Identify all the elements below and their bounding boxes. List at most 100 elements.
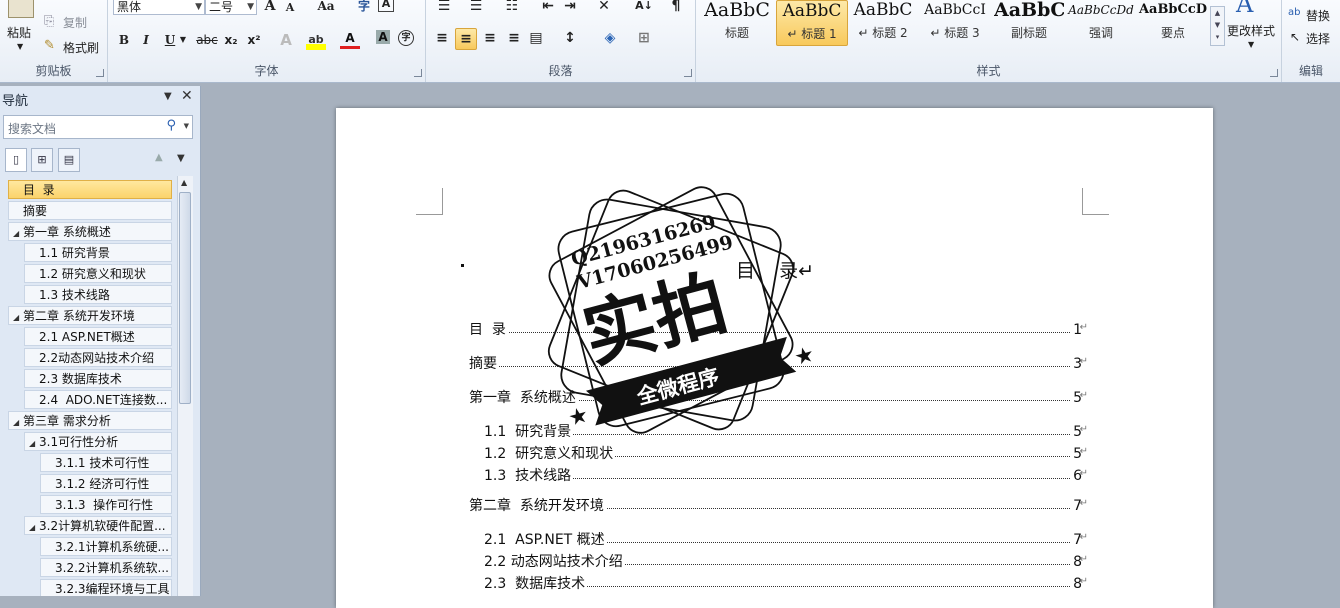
bullets-button[interactable]: ☰ [434, 0, 454, 16]
style-3[interactable]: AaBbC ↵ 标题 2 [848, 0, 918, 44]
gallery-scroll[interactable]: ▲ ▼ ▾ [1210, 6, 1225, 46]
sort-button[interactable]: A↓ [634, 0, 654, 16]
phonetic-guide-icon[interactable]: 字 [354, 0, 374, 16]
nav-search-input[interactable]: 搜索文档 ⚲ ▼ [3, 115, 193, 139]
collapse-icon[interactable]: ◢ [29, 434, 39, 450]
font-name-combo[interactable]: 黑体 ▼ [113, 0, 205, 15]
nav-heading-item[interactable]: 3.1.1 技术可行性 [40, 453, 172, 472]
change-styles-dropdown-icon[interactable]: ▼ [1248, 40, 1254, 49]
collapse-icon[interactable]: ◢ [29, 518, 39, 534]
nav-heading-item[interactable]: 1.2 研究意义和现状 [24, 264, 172, 283]
toc-entry[interactable]: 1.3 技术线路 6 ↵ [484, 466, 1088, 486]
font-launcher-icon[interactable] [414, 69, 422, 77]
toc-entry[interactable]: 2.3 数据库技术 8 ↵ [484, 574, 1088, 594]
style-6[interactable]: AaBbCcDd 强调 [1066, 0, 1136, 44]
scroll-up-icon[interactable]: ▲ [181, 178, 187, 187]
highlight-button[interactable]: ab [306, 30, 326, 50]
nav-heading-item[interactable]: 3.2.1计算机系统硬... [40, 537, 172, 556]
nav-heading-item[interactable]: 1.3 技术线路 [24, 285, 172, 304]
style-1[interactable]: AaBbC 标题 [702, 0, 772, 44]
paste-icon[interactable] [8, 0, 34, 18]
tab-results[interactable]: ▤ [58, 148, 80, 172]
document-page[interactable]: 目 录↵ 目 录 1 ↵ 摘要 3 ↵ 第一章 系统概述 5 ↵ 1.1 研究背景 5 ↵ 1.2 研究… [336, 108, 1213, 608]
collapse-icon[interactable]: ◢ [13, 224, 23, 240]
borders-button[interactable]: ⊞ [634, 28, 654, 48]
justify-button[interactable]: ≡ [504, 28, 524, 48]
styles-launcher-icon[interactable] [1270, 69, 1278, 77]
text-effects-button[interactable]: A [276, 30, 296, 50]
asian-layout-button[interactable]: ✕ [594, 0, 614, 16]
close-icon[interactable]: ✕ [181, 88, 193, 104]
nav-heading-item[interactable]: 3.1.3 操作可行性 [40, 495, 172, 514]
bold-button[interactable]: B [114, 30, 134, 50]
nav-heading-item[interactable]: 2.2动态网站技术介绍 [24, 348, 172, 367]
clipboard-launcher-icon[interactable] [96, 69, 104, 77]
style-7[interactable]: AaBbCcD 要点 [1138, 0, 1208, 44]
nav-heading-item[interactable]: 摘要 [8, 201, 172, 220]
nav-heading-item[interactable]: 3.1.2 经济可行性 [40, 474, 172, 493]
numbering-button[interactable]: ☰ [466, 0, 486, 16]
format-painter-button[interactable]: 格式刷 [63, 39, 99, 56]
grow-font-button[interactable]: A [260, 0, 280, 16]
nav-heading-item[interactable]: 2.1 ASP.NET概述 [24, 327, 172, 346]
font-color-button[interactable]: A [340, 30, 360, 49]
underline-dropdown-icon[interactable]: ▼ [178, 30, 188, 50]
char-shading-button[interactable]: A [376, 30, 390, 44]
search-dropdown-icon[interactable]: ▼ [184, 122, 189, 130]
nav-heading-item[interactable]: 3.2.2计算机系统软... [40, 558, 172, 577]
nav-heading-item[interactable]: ◢ 第一章 系统概述 [8, 222, 172, 241]
increase-indent-button[interactable]: ⇥ [560, 0, 580, 16]
collapse-icon[interactable]: ◢ [13, 413, 23, 429]
toc-entry[interactable]: 2.1 ASP.NET 概述 7 ↵ [484, 530, 1088, 550]
nav-heading-item[interactable]: ◢ 第三章 需求分析 [8, 411, 172, 430]
nav-heading-item[interactable]: 目 录 [8, 180, 172, 199]
nav-next-icon[interactable]: ▼ [177, 153, 185, 164]
paste-button[interactable]: 粘贴 [7, 24, 31, 41]
toc-entry[interactable]: 第二章 系统开发环境 7 ↵ [469, 496, 1088, 516]
shrink-font-button[interactable]: A [280, 0, 300, 18]
tab-pages[interactable]: ⊞ [31, 148, 53, 172]
subscript-button[interactable]: x₂ [221, 30, 241, 50]
nav-heading-item[interactable]: 1.1 研究背景 [24, 243, 172, 262]
nav-heading-item[interactable]: 2.4 ADO.NET连接数... [24, 390, 172, 409]
superscript-button[interactable]: x² [244, 30, 264, 50]
align-center-button[interactable]: ≡ [455, 28, 477, 50]
shading-button[interactable]: ◈ [600, 28, 620, 48]
align-right-button[interactable]: ≡ [480, 28, 500, 48]
nav-scroll-thumb[interactable] [179, 192, 191, 404]
paste-dropdown-icon[interactable]: ▼ [17, 42, 23, 51]
toc-entry[interactable]: 2.2 动态网站技术介绍 8 ↵ [484, 552, 1088, 572]
style-2[interactable]: AaBbC ↵ 标题 1 [776, 0, 848, 46]
nav-previous-icon[interactable]: ▲ [155, 152, 163, 163]
search-icon[interactable]: ⚲ [166, 118, 176, 133]
distributed-button[interactable]: ▤ [526, 28, 546, 48]
replace-button[interactable]: 替换 [1306, 7, 1330, 24]
change-case-button[interactable]: Aa [313, 0, 339, 16]
strikethrough-button[interactable]: abc [196, 30, 218, 50]
nav-heading-item[interactable]: ◢ 3.1可行性分析 [24, 432, 172, 451]
nav-scrollbar[interactable]: ▲ [177, 176, 193, 596]
style-5[interactable]: AaBbC 副标题 [994, 0, 1064, 44]
nav-heading-item[interactable]: ◢ 3.2计算机软硬件配置... [24, 516, 172, 535]
nav-heading-item[interactable]: 2.3 数据库技术 [24, 369, 172, 388]
select-button[interactable]: 选择 [1306, 30, 1330, 47]
style-4[interactable]: AaBbCcI ↵ 标题 3 [920, 0, 990, 44]
char-border-button[interactable]: A [378, 0, 394, 12]
nav-menu-icon[interactable]: ▼ [164, 91, 172, 102]
nav-heading-item[interactable]: 3.2.3编程环境与工具 [40, 579, 172, 596]
multilevel-list-button[interactable]: ☷ [502, 0, 522, 16]
show-marks-button[interactable]: ¶ [666, 0, 686, 16]
copy-button[interactable]: 复制 [63, 14, 87, 31]
nav-heading-item[interactable]: ◢ 第二章 系统开发环境 [8, 306, 172, 325]
line-spacing-button[interactable]: ↕ [560, 28, 580, 48]
change-styles-button[interactable]: 更改样式 [1227, 22, 1275, 39]
underline-button[interactable]: U [160, 30, 180, 50]
tab-headings[interactable]: ▯ [5, 148, 27, 172]
font-size-combo[interactable]: 二号 ▼ [205, 0, 257, 15]
align-left-button[interactable]: ≡ [432, 28, 452, 48]
decrease-indent-button[interactable]: ⇤ [538, 0, 558, 16]
enclose-char-button[interactable]: 字 [398, 30, 414, 46]
italic-button[interactable]: I [136, 30, 156, 50]
collapse-icon[interactable]: ◢ [13, 308, 23, 324]
paragraph-launcher-icon[interactable] [684, 69, 692, 77]
